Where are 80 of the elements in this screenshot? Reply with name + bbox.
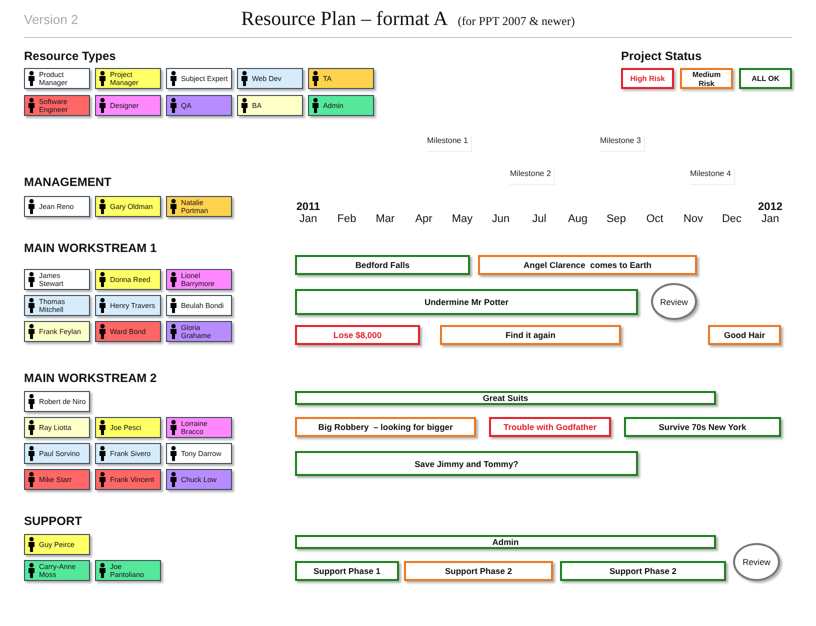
person-icon [170, 272, 177, 287]
person-icon [28, 324, 35, 339]
person-icon [99, 199, 106, 214]
task-bar: Lose $8,000 [295, 325, 420, 345]
month-label: Jul [531, 213, 548, 225]
person-icon [28, 98, 35, 113]
person-icon [170, 71, 177, 86]
person-icon [99, 563, 106, 578]
milestone-label: Milestone 3 [600, 135, 645, 152]
person-icon [241, 71, 248, 86]
task-bar: Support Phase 2 [560, 561, 726, 581]
review-milestone: Review [651, 283, 697, 320]
month-label: Sep [605, 213, 628, 225]
task-bar: Support Phase 2 [404, 561, 553, 581]
month-label: Dec [720, 213, 743, 225]
person-icon [28, 71, 35, 86]
task-bar: Admin [295, 535, 716, 549]
person-icon [28, 537, 35, 552]
task-bar: Good Hair [708, 325, 781, 345]
person-icon [99, 446, 106, 461]
month-label: Aug [566, 213, 589, 225]
person-icon [28, 446, 35, 461]
person-icon [170, 472, 177, 487]
person-icon [99, 324, 106, 339]
month-label: Apr [414, 213, 434, 225]
person-icon [170, 324, 177, 339]
task-bar: Angel Clarence comes to Earth [478, 255, 697, 275]
person-icon [28, 394, 35, 409]
person-icon [28, 199, 35, 214]
milestone-label: Milestone 4 [690, 168, 735, 185]
person-icon [241, 98, 248, 113]
month-label: Oct [645, 213, 664, 225]
person-icon [170, 420, 177, 435]
task-bar: Save Jimmy and Tommy? [295, 451, 638, 476]
person-icon [99, 71, 106, 86]
task-bar: Find it again [440, 325, 621, 345]
person-icon [99, 420, 106, 435]
person-icon [99, 298, 106, 313]
month-label: Mar [374, 213, 396, 225]
task-bar: Trouble with Godfather [489, 417, 611, 437]
month-label: Jan [298, 213, 318, 225]
section-heading: MAIN WORKSTREAM 1 [24, 241, 158, 255]
person-icon [28, 472, 35, 487]
task-bar: Support Phase 1 [295, 561, 399, 581]
person-icon [28, 272, 35, 287]
review-milestone: Review [733, 543, 780, 581]
milestone-label: Milestone 1 [427, 135, 472, 152]
year-label: 2011 [295, 201, 322, 213]
person-icon [312, 71, 319, 86]
version-label: Version 2 [24, 12, 80, 27]
milestone-label: Milestone 2 [510, 168, 555, 185]
month-label: Jan [760, 213, 780, 225]
section-heading: MANAGEMENT [24, 175, 112, 189]
legend-heading: Resource Types [24, 49, 117, 63]
month-label: May [450, 213, 474, 225]
page-subtitle: (for PPT 2007 & newer) [458, 14, 575, 29]
task-bar: Survive 70s New York [624, 417, 781, 437]
person-icon [99, 272, 106, 287]
month-label: Nov [682, 213, 704, 225]
section-heading: MAIN WORKSTREAM 2 [24, 371, 158, 385]
section-heading: SUPPORT [24, 514, 84, 528]
person-icon [28, 420, 35, 435]
page-title: Resource Plan – format A [241, 8, 448, 31]
person-icon [99, 98, 106, 113]
month-label: Jun [490, 213, 511, 225]
task-bar: Big Robbery – looking for bigger [295, 417, 476, 437]
task-bar: Bedford Falls [295, 255, 470, 275]
legend-heading: Project Status [621, 49, 703, 63]
task-bar: Undermine Mr Potter [295, 288, 638, 314]
person-icon [28, 563, 35, 578]
person-icon [170, 98, 177, 113]
month-label: Feb [336, 213, 358, 225]
person-icon [170, 446, 177, 461]
person-icon [170, 298, 177, 313]
person-icon [170, 199, 177, 214]
person-icon [312, 98, 319, 113]
person-icon [99, 472, 106, 487]
task-bar: Great Suits [295, 391, 716, 405]
person-icon [28, 298, 35, 313]
year-label: 2012 [757, 201, 784, 213]
